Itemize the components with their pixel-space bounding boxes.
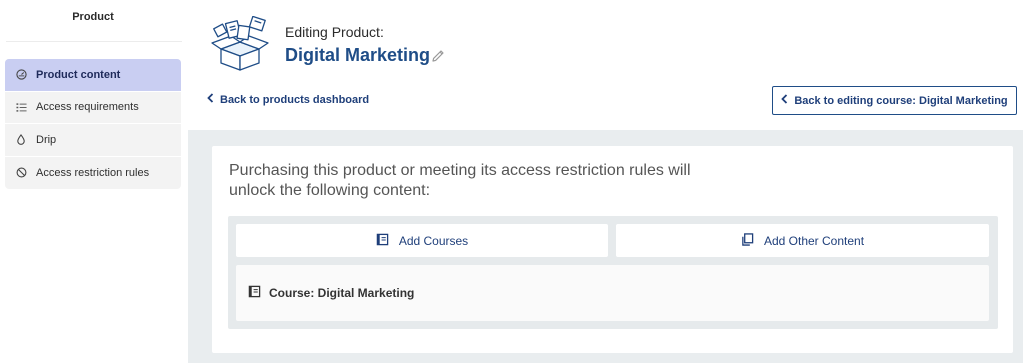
book-icon (376, 233, 399, 249)
add-other-content-label: Add Other Content (763, 233, 865, 248)
content-card: Purchasing this product or meeting its a… (212, 146, 1013, 353)
app-root: Product Product content Access requireme… (0, 0, 1023, 363)
sidebar-item-access-requirements[interactable]: Access requirements (5, 92, 181, 124)
sidebar-item-label: Access requirements (36, 101, 139, 114)
back-to-course-label: Back to editing course: Digital Marketin… (794, 94, 1008, 107)
sidebar: Product Product content Access requireme… (0, 0, 186, 363)
pencil-icon[interactable] (430, 48, 446, 64)
add-other-content-button[interactable]: Add Other Content (616, 224, 989, 257)
list-item[interactable]: Course: Digital Marketing (236, 265, 989, 321)
sidebar-item-label: Product content (36, 68, 121, 81)
sidebar-item-product-content[interactable]: Product content (5, 59, 181, 92)
back-to-dashboard-link[interactable]: Back to products dashboard (207, 93, 369, 106)
sidebar-nav: Product content Access requirements Drip… (5, 59, 181, 189)
book-icon (248, 285, 269, 301)
sidebar-item-access-restriction-rules[interactable]: Access restriction rules (5, 157, 181, 190)
copy-icon (741, 232, 764, 249)
chevron-left-icon (207, 93, 214, 106)
course-item-label: Course: Digital Marketing (269, 286, 415, 300)
sidebar-item-drip[interactable]: Drip (5, 124, 181, 157)
gauge-icon (15, 69, 27, 81)
back-to-dashboard-label: Back to products dashboard (220, 93, 370, 106)
drop-icon (15, 134, 27, 146)
open-box-illustration (207, 15, 273, 72)
list-icon (15, 101, 27, 113)
ban-icon (15, 167, 27, 179)
content-box: Add Courses Add Other Content Course: Di… (228, 216, 998, 329)
sidebar-title: Product (72, 11, 114, 23)
page-subtitle: Editing Product: (285, 24, 384, 40)
chevron-left-icon (781, 94, 788, 107)
add-courses-label: Add Courses (398, 233, 469, 248)
add-courses-button[interactable]: Add Courses (236, 224, 608, 257)
content-description: Purchasing this product or meeting its a… (229, 162, 691, 199)
page-title: Digital Marketing (285, 45, 431, 65)
sidebar-divider (6, 41, 182, 42)
sidebar-item-label: Drip (36, 133, 57, 146)
sidebar-item-label: Access restriction rules (36, 166, 150, 179)
back-to-course-button[interactable]: Back to editing course: Digital Marketin… (772, 86, 1017, 115)
